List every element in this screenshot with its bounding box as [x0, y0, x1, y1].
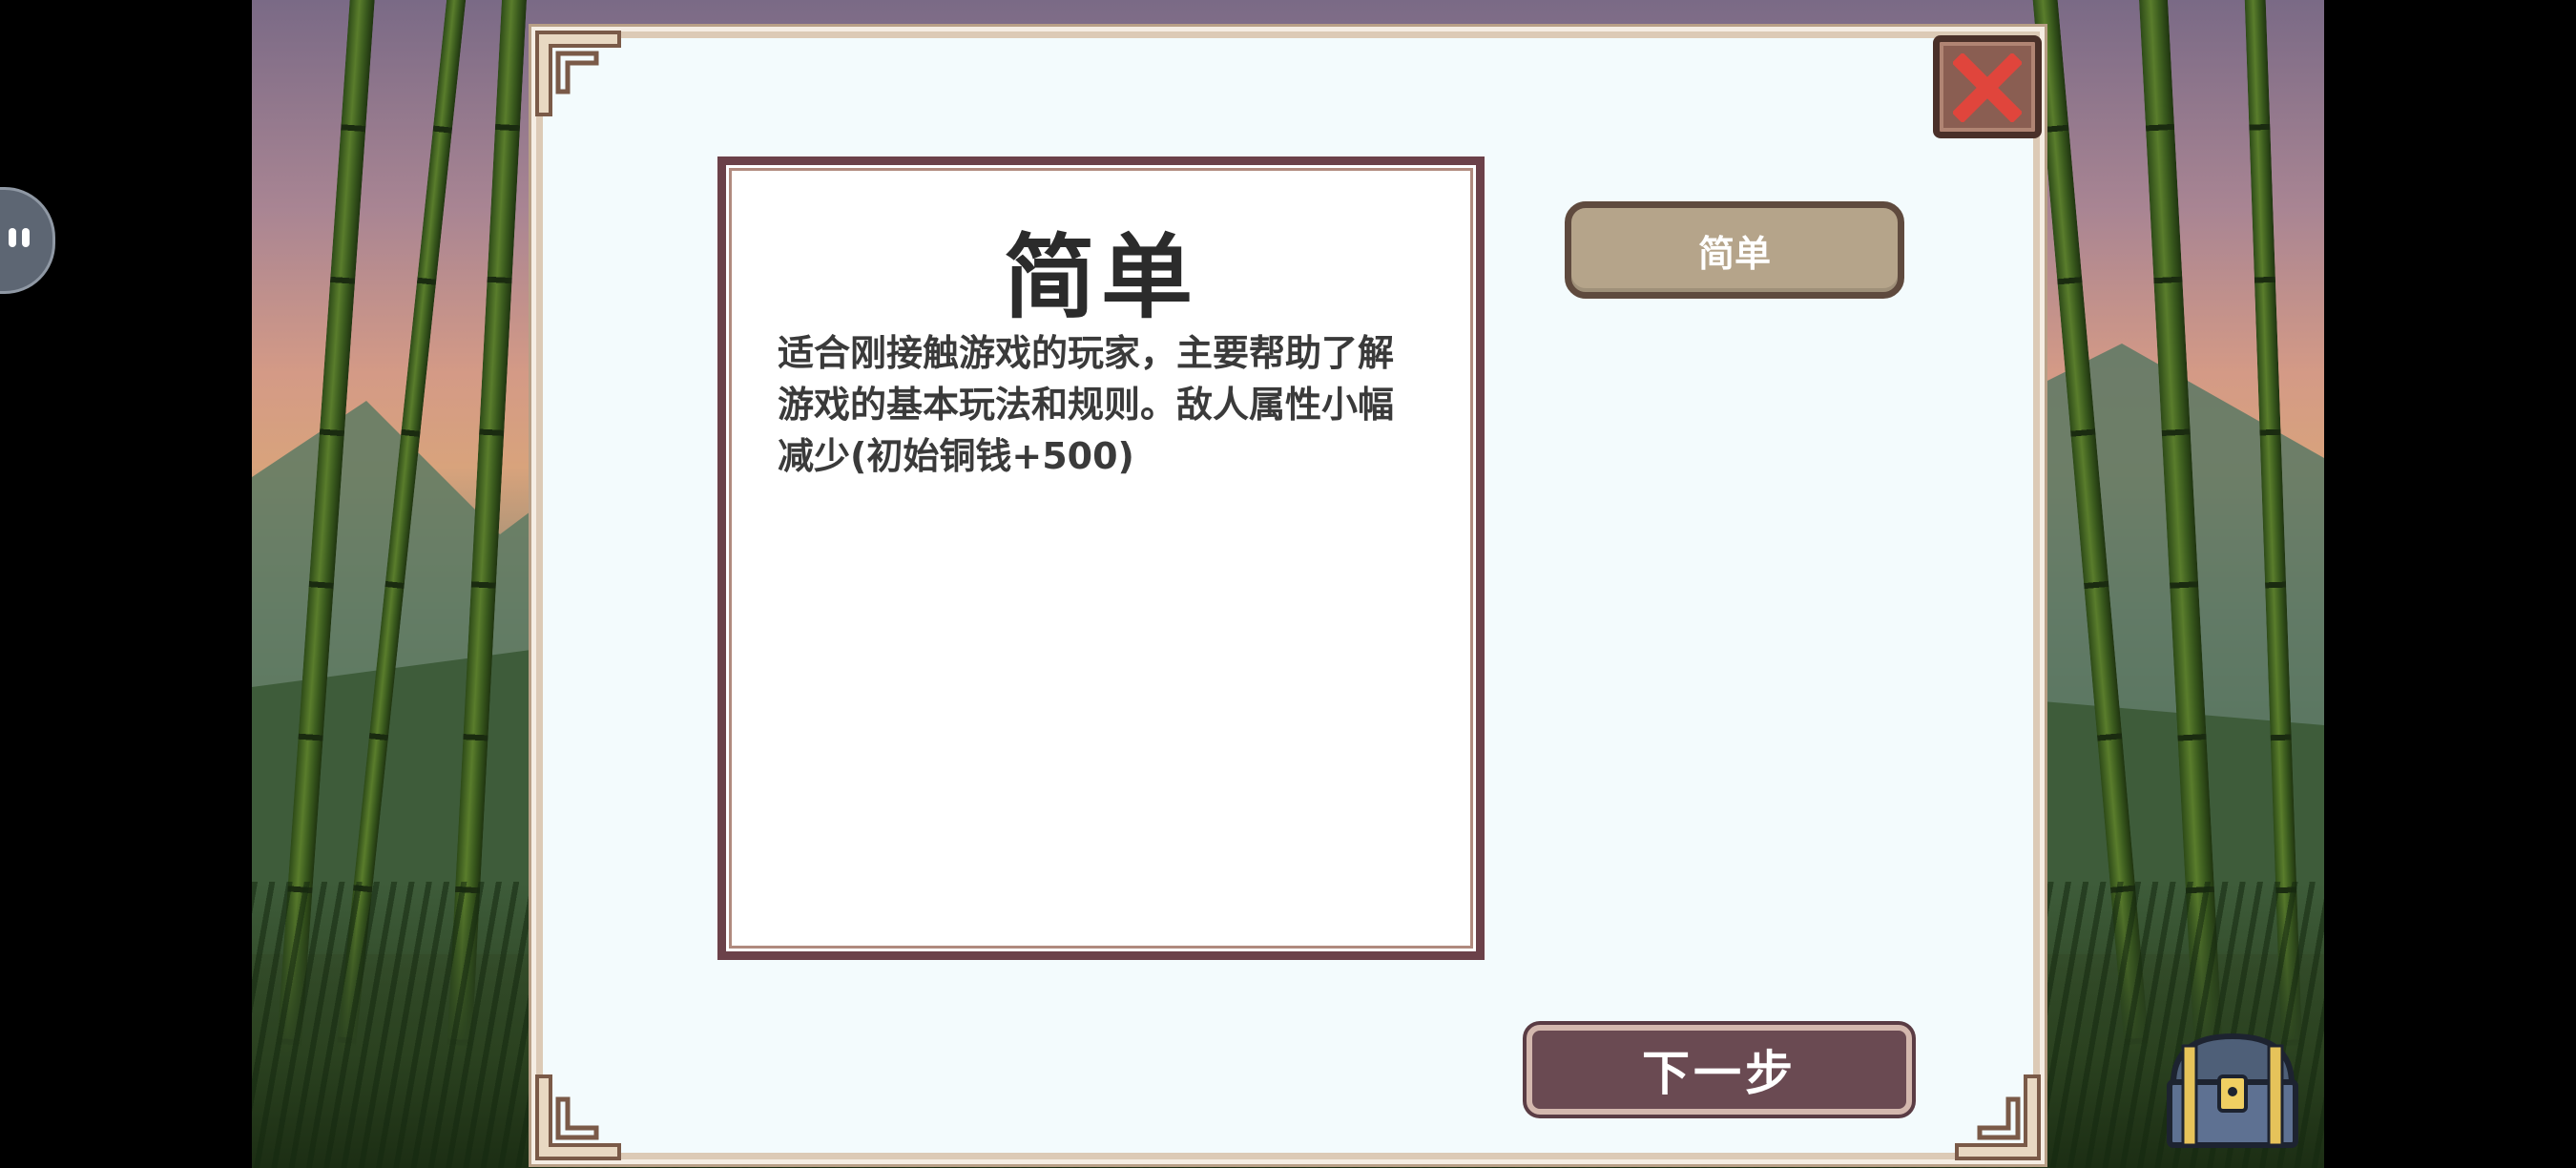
next-step-button[interactable]: 下一步	[1527, 1025, 1912, 1115]
pause-icon	[9, 228, 33, 249]
difficulty-option-easy-button[interactable]: 简单	[1565, 201, 1904, 299]
next-step-label: 下一步	[1642, 1046, 1797, 1101]
difficulty-option-label: 简单	[1697, 232, 1771, 275]
corner-ornament-bottom-right	[1953, 1073, 2043, 1162]
treasure-chest-icon	[2167, 1032, 2298, 1148]
difficulty-description: 适合刚接触游戏的玩家，主要帮助了解游戏的基本玩法和规则。敌人属性小幅减少(初始铜…	[778, 332, 1395, 477]
corner-ornament-bottom-left	[533, 1073, 623, 1162]
difficulty-title: 简单	[1004, 224, 1198, 331]
difficulty-description-panel: 简单 适合刚接触游戏的玩家，主要帮助了解游戏的基本玩法和规则。敌人属性小幅减少(…	[717, 156, 1485, 960]
close-button[interactable]	[1933, 35, 2042, 138]
corner-ornament-top-left	[533, 29, 623, 118]
pause-button[interactable]	[0, 187, 55, 294]
close-x-icon	[1953, 53, 2022, 122]
treasure-chest-button[interactable]	[2160, 1027, 2305, 1153]
